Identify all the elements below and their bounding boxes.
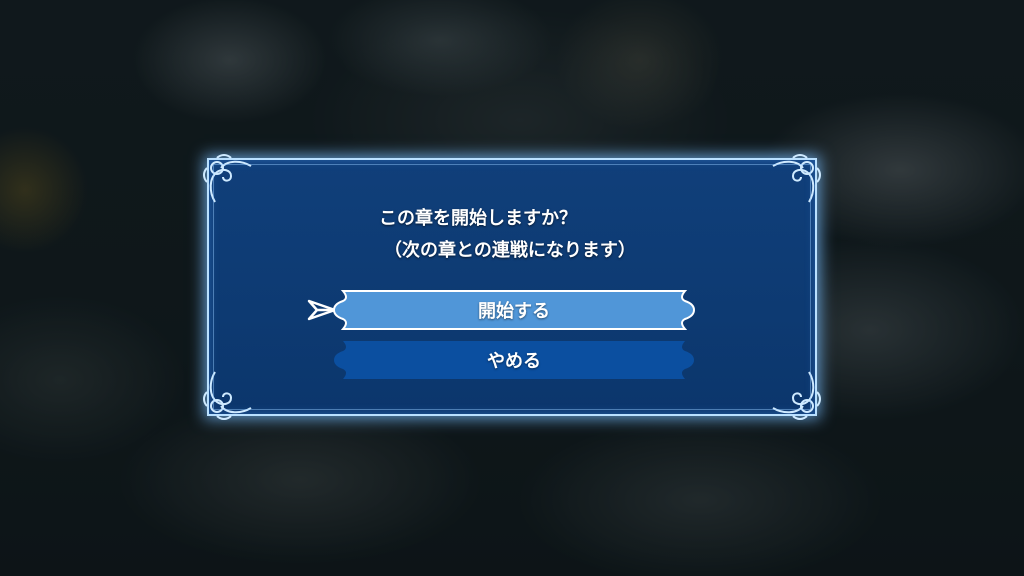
confirm-dialog: この章を開始しますか？ （次の章との連戦になります） 開始する やめる	[203, 154, 821, 420]
cancel-button-label: やめる	[487, 351, 541, 372]
start-button-label: 開始する	[478, 301, 550, 322]
start-button[interactable]: 開始する	[333, 290, 695, 330]
dialog-message-line2: （次の章との連戦になります）	[384, 240, 636, 261]
corner-ornament-icon	[771, 370, 823, 422]
cancel-button[interactable]: やめる	[333, 340, 695, 380]
corner-ornament-icon	[201, 370, 253, 422]
corner-ornament-icon	[771, 152, 823, 204]
dialog-message-line1: この章を開始しますか？	[379, 208, 577, 229]
corner-ornament-icon	[201, 152, 253, 204]
